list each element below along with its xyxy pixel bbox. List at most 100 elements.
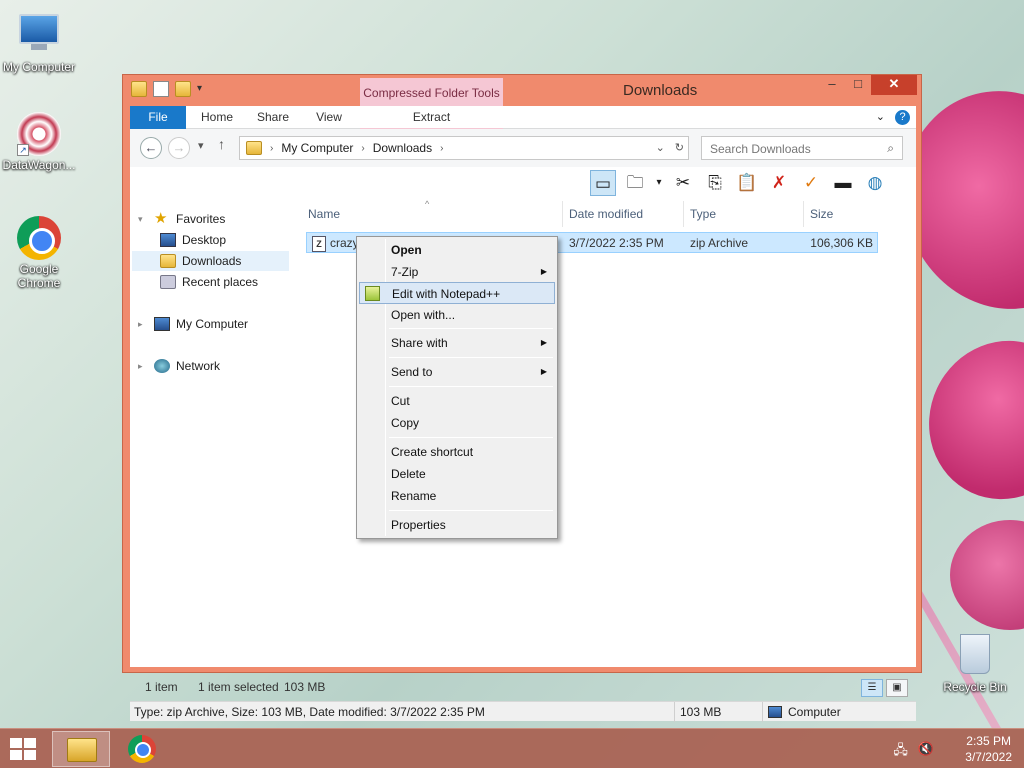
chevron-right-icon[interactable]: › — [440, 143, 443, 154]
clock[interactable]: 2:35 PM 3/7/2022 — [965, 733, 1012, 765]
desktop-icon-label: Google Chrome — [17, 262, 61, 290]
details-text: Type: zip Archive, Size: 103 MB, Date mo… — [134, 705, 485, 719]
menu-item-copy[interactable]: Copy — [359, 412, 555, 434]
help-icon[interactable]: ? — [895, 110, 910, 125]
desktop-icon-my-computer[interactable]: My Computer — [0, 10, 78, 74]
navigation-pane: ▾ ★ Favorites Desktop Downloads Recent p… — [130, 199, 290, 599]
preview-pane-icon[interactable]: ▭ — [590, 170, 616, 196]
desktop-icon-recycle-bin[interactable]: Recycle Bin — [936, 632, 1014, 694]
sidebar-item-network[interactable]: ▸ Network — [138, 356, 220, 376]
cut-icon[interactable]: ✂ — [670, 170, 696, 196]
new-folder-icon[interactable]: 🗀 — [622, 170, 648, 196]
sidebar-item-label: Network — [176, 359, 221, 373]
properties-icon[interactable] — [153, 81, 169, 97]
breadcrumb-downloads[interactable]: Downloads — [373, 141, 432, 155]
taskbar-google-chrome[interactable] — [114, 731, 172, 767]
network-tray-icon[interactable]: 🖧 — [893, 741, 908, 763]
maximize-button[interactable]: □ — [845, 75, 871, 95]
datawagon-icon: ↗ — [17, 112, 61, 156]
check-icon[interactable]: ✓ — [798, 170, 824, 196]
search-icon: ⌕ — [887, 141, 894, 155]
dropdown-icon[interactable]: ▾ — [654, 170, 664, 196]
desktop-icon — [160, 233, 176, 247]
computer-icon — [768, 706, 782, 718]
expand-icon[interactable]: ▸ — [138, 356, 148, 376]
details-view-icon[interactable]: ☰ — [861, 679, 883, 697]
clock-time: 2:35 PM — [966, 734, 1011, 748]
column-header-type[interactable]: Type — [690, 207, 716, 221]
menu-item-send-to[interactable]: Send to ▶ — [359, 361, 555, 383]
zip-file-icon: Z — [312, 236, 326, 252]
desktop-icon-datawagon[interactable]: ↗ DataWagon... — [0, 112, 78, 172]
sidebar-item-desktop[interactable]: Desktop — [160, 230, 226, 250]
customize-dropdown-icon[interactable]: ▾ — [197, 81, 207, 97]
sidebar-item-favorites[interactable]: ▾ ★ Favorites — [138, 209, 225, 229]
wallpaper-petal — [950, 520, 1024, 630]
volume-muted-icon[interactable]: 🔇 — [918, 741, 934, 763]
taskbar-file-explorer[interactable] — [52, 731, 110, 767]
desktop-icon-google-chrome[interactable]: Google Chrome — [0, 216, 78, 290]
globe-icon[interactable]: ◍ — [862, 170, 888, 196]
up-button[interactable]: ↑ — [218, 136, 225, 152]
expand-icon[interactable]: ▾ — [138, 209, 148, 229]
menu-item-create-shortcut[interactable]: Create shortcut — [359, 441, 555, 463]
menu-item-rename[interactable]: Rename — [359, 485, 555, 507]
title-bar[interactable]: ▾ Compressed Folder Tools Downloads – □ … — [123, 75, 921, 106]
menu-item-open-with[interactable]: Open with... — [359, 304, 555, 326]
rename-icon[interactable]: ▬ — [830, 170, 856, 196]
breadcrumb-my-computer[interactable]: My Computer — [281, 141, 353, 155]
back-button[interactable]: ← — [140, 137, 162, 159]
details-size: 103 MB — [680, 705, 722, 719]
tab-home[interactable]: Home — [192, 106, 242, 129]
large-icons-view-icon[interactable]: ▣ — [886, 679, 908, 697]
minimize-button[interactable]: – — [819, 75, 845, 95]
context-menu: Open 7-Zip ▶ Edit with Notepad++ Open wit… — [356, 236, 558, 539]
recent-locations-icon[interactable]: ▾ — [198, 139, 204, 152]
expand-icon[interactable]: ▸ — [138, 314, 148, 334]
forward-button[interactable]: → — [168, 137, 190, 159]
tab-file[interactable]: File — [130, 106, 186, 129]
address-dropdown-icon[interactable]: ⌄ — [656, 141, 665, 154]
column-header-name[interactable]: Name — [308, 207, 340, 221]
column-header-date-modified[interactable]: Date modified — [569, 207, 643, 221]
quick-access-toolbar: ▾ — [131, 81, 207, 97]
folder-icon[interactable] — [131, 81, 147, 97]
menu-item-properties[interactable]: Properties — [359, 514, 555, 536]
shortcut-arrow-icon: ↗ — [17, 144, 29, 156]
sidebar-item-my-computer[interactable]: ▸ My Computer — [138, 314, 248, 334]
new-folder-icon[interactable] — [175, 81, 191, 97]
taskbar: 🖧 🔇 2:35 PM 3/7/2022 — [0, 728, 1024, 768]
sidebar-item-label: Favorites — [176, 212, 226, 226]
search-placeholder: Search Downloads — [710, 142, 811, 156]
tab-view[interactable]: View — [304, 106, 354, 129]
tab-extract[interactable]: Extract — [360, 106, 503, 129]
recent-places-icon — [160, 275, 176, 289]
notepad-plus-plus-icon — [365, 286, 380, 301]
refresh-icon[interactable]: ↻ — [675, 141, 684, 154]
column-header-size[interactable]: Size — [810, 207, 833, 221]
chevron-right-icon[interactable]: › — [270, 143, 273, 154]
menu-item-delete[interactable]: Delete — [359, 463, 555, 485]
menu-item-cut[interactable]: Cut — [359, 390, 555, 412]
copy-icon[interactable]: ⎘ — [702, 170, 728, 196]
sidebar-item-recent-places[interactable]: Recent places — [160, 272, 258, 292]
menu-item-open[interactable]: Open — [359, 239, 555, 261]
search-input[interactable]: Search Downloads ⌕ — [701, 136, 903, 160]
menu-item-share-with[interactable]: Share with ▶ — [359, 332, 555, 354]
close-button[interactable]: ✕ — [871, 75, 917, 95]
chevron-right-icon[interactable]: › — [361, 143, 364, 154]
sidebar-item-downloads[interactable]: Downloads — [132, 251, 289, 271]
tab-share[interactable]: Share — [248, 106, 298, 129]
selected-count: 1 item selected — [198, 680, 279, 694]
start-button[interactable] — [10, 738, 38, 762]
address-bar[interactable]: › My Computer › Downloads › ⌄ ↻ — [239, 136, 689, 160]
chrome-icon — [17, 216, 61, 260]
expand-ribbon-icon[interactable]: ⌄ — [876, 110, 885, 125]
delete-icon[interactable]: ✗ — [766, 170, 792, 196]
selected-size: 103 MB — [284, 680, 326, 694]
paste-icon[interactable]: 📋 — [734, 170, 760, 196]
menu-item-edit-with-notepad-plus-plus[interactable]: Edit with Notepad++ — [359, 282, 555, 304]
menu-item-7zip[interactable]: 7-Zip ▶ — [359, 261, 555, 283]
recycle-bin-icon — [953, 634, 997, 678]
file-size: 106,306 KB — [810, 236, 873, 250]
